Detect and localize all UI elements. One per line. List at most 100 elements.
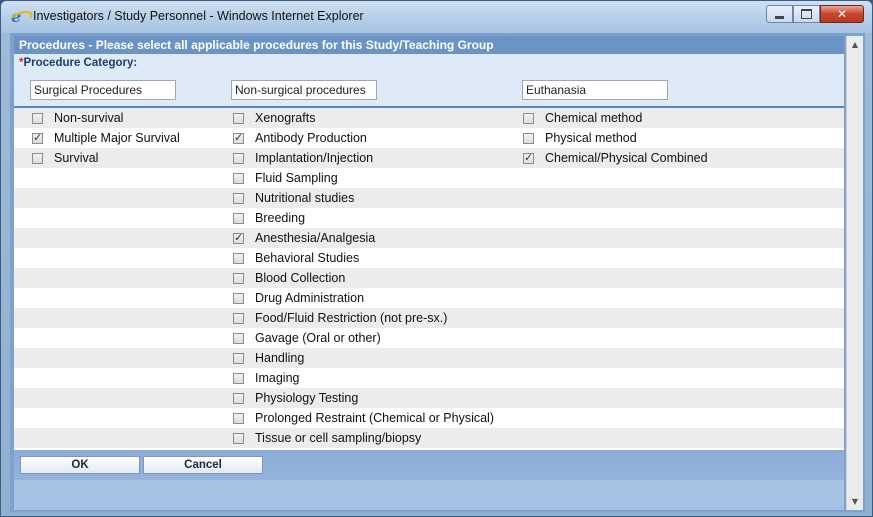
procedure-option[interactable]: Handling [233,348,304,368]
procedure-option[interactable]: Antibody Production [233,128,367,148]
category-euthanasia-box: Euthanasia [522,80,668,100]
procedure-option[interactable]: Imaging [233,368,299,388]
procedure-category-text: Procedure Category: [23,57,138,69]
procedure-label: Chemical method [545,111,643,125]
procedure-option[interactable]: Implantation/Injection [233,148,373,168]
browser-window: e Investigators / Study Personnel - Wind… [0,0,873,517]
table-row: Non-survival Xenografts Chemical method [14,108,844,128]
table-row: Behavioral Studies [14,248,844,268]
procedure-checkbox[interactable] [233,412,244,424]
procedure-checkbox[interactable] [233,372,244,384]
procedure-checkbox[interactable] [523,112,534,124]
procedure-checkbox[interactable] [233,392,244,404]
procedure-checkbox[interactable] [523,151,534,164]
procedure-option[interactable]: Chemical/Physical Combined [523,148,708,168]
procedure-checkbox[interactable] [233,131,244,144]
procedure-label: Antibody Production [255,131,367,145]
procedure-label: Prolonged Restraint (Chemical or Physica… [255,411,494,425]
procedure-option[interactable]: Survival [32,148,98,168]
procedure-option[interactable]: Non-survival [32,108,123,128]
close-button[interactable]: ✕ [820,5,864,23]
procedure-label: Behavioral Studies [255,251,360,265]
cancel-button[interactable]: Cancel [143,456,263,474]
procedure-checkbox[interactable] [233,352,244,364]
maximize-button[interactable] [793,5,820,23]
table-row: Physiology Testing [14,388,844,408]
dialog-footer: OK Cancel [14,450,844,510]
procedure-rows: Non-survival Xenografts Chemical method Mul… [14,108,844,448]
table-row: Blood Collection [14,268,844,288]
procedure-label: Physiology Testing [255,391,359,405]
procedure-option[interactable]: Fluid Sampling [233,168,338,188]
procedures-header: Procedures - Please select all applicabl… [14,36,844,54]
procedure-option[interactable]: Xenografts [233,108,315,128]
procedure-checkbox[interactable] [233,172,244,184]
procedure-option[interactable]: Physiology Testing [233,388,358,408]
procedure-option[interactable]: Prolonged Restraint (Chemical or Physica… [233,408,494,428]
procedure-option[interactable]: Drug Administration [233,288,364,308]
vertical-scrollbar[interactable]: ▲ ▼ [846,36,863,510]
procedure-checkbox[interactable] [233,312,244,324]
procedure-label: Nutritional studies [255,191,355,205]
internet-explorer-icon: e [11,9,27,25]
ok-button[interactable]: OK [20,456,140,474]
procedure-checkbox[interactable] [233,231,244,244]
procedure-label: Multiple Major Survival [54,131,180,145]
procedure-checkbox[interactable] [233,252,244,264]
procedure-option[interactable]: Gavage (Oral or other) [233,328,381,348]
procedure-label: Anesthesia/Analgesia [255,231,376,245]
procedure-checkbox[interactable] [233,212,244,224]
procedure-label: Tissue or cell sampling/biopsy [255,431,422,445]
scroll-down-icon[interactable]: ▼ [850,497,860,506]
procedure-checkbox[interactable] [233,112,244,124]
close-icon: ✕ [836,7,848,21]
procedure-checkbox[interactable] [523,132,534,144]
procedure-checkbox[interactable] [32,131,43,144]
maximize-icon [801,9,812,19]
table-row: Multiple Major Survival Antibody Producti… [14,128,844,148]
procedure-label: Imaging [255,371,300,385]
minimize-button[interactable] [766,5,793,23]
procedure-option[interactable]: Food/Fluid Restriction (not pre-sx.) [233,308,447,328]
table-row: Drug Administration [14,288,844,308]
table-row: Gavage (Oral or other) [14,328,844,348]
procedure-option[interactable]: Breeding [233,208,305,228]
table-row: Survival Implantation/Injection Chemical/P… [14,148,844,168]
procedure-checkbox[interactable] [233,152,244,164]
procedure-option[interactable]: Blood Collection [233,268,345,288]
procedure-checkbox[interactable] [32,152,43,164]
procedure-checkbox[interactable] [233,272,244,284]
procedure-option[interactable]: Chemical method [523,108,642,128]
procedures-panel: Procedures - Please select all applicabl… [14,36,844,510]
table-row: Prolonged Restraint (Chemical or Physica… [14,408,844,428]
procedure-option[interactable]: Tissue or cell sampling/biopsy [233,428,421,448]
procedure-checkbox[interactable] [233,432,244,444]
procedure-label: Non-survival [54,111,124,125]
dialog-content: Procedures - Please select all applicabl… [10,33,865,512]
procedure-category-area: *Procedure Category: Surgical Procedures… [14,54,844,108]
procedure-option[interactable]: Anesthesia/Analgesia [233,228,375,248]
procedure-label: Blood Collection [255,271,346,285]
category-surgical-box: Surgical Procedures [30,80,176,100]
procedure-label: Implantation/Injection [255,151,374,165]
procedure-option[interactable]: Behavioral Studies [233,248,359,268]
procedure-checkbox[interactable] [32,112,43,124]
procedure-label: Drug Administration [255,291,365,305]
procedure-option[interactable]: Multiple Major Survival [32,128,180,148]
procedure-option[interactable]: Physical method [523,128,637,148]
title-bar: e Investigators / Study Personnel - Wind… [1,1,872,33]
procedure-option[interactable]: Nutritional studies [233,188,354,208]
procedure-label: Breeding [255,211,306,225]
minimize-icon [775,15,784,19]
table-row: Nutritional studies [14,188,844,208]
procedure-label: Fluid Sampling [255,171,338,185]
window-title: Investigators / Study Personnel - Window… [33,9,364,23]
procedure-checkbox[interactable] [233,292,244,304]
procedure-category-label: *Procedure Category: [19,57,137,69]
scroll-up-icon[interactable]: ▲ [850,40,860,49]
procedure-label: Gavage (Oral or other) [255,331,381,345]
procedure-label: Chemical/Physical Combined [545,151,708,165]
procedure-checkbox[interactable] [233,192,244,204]
procedure-checkbox[interactable] [233,332,244,344]
procedure-label: Food/Fluid Restriction (not pre-sx.) [255,311,448,325]
